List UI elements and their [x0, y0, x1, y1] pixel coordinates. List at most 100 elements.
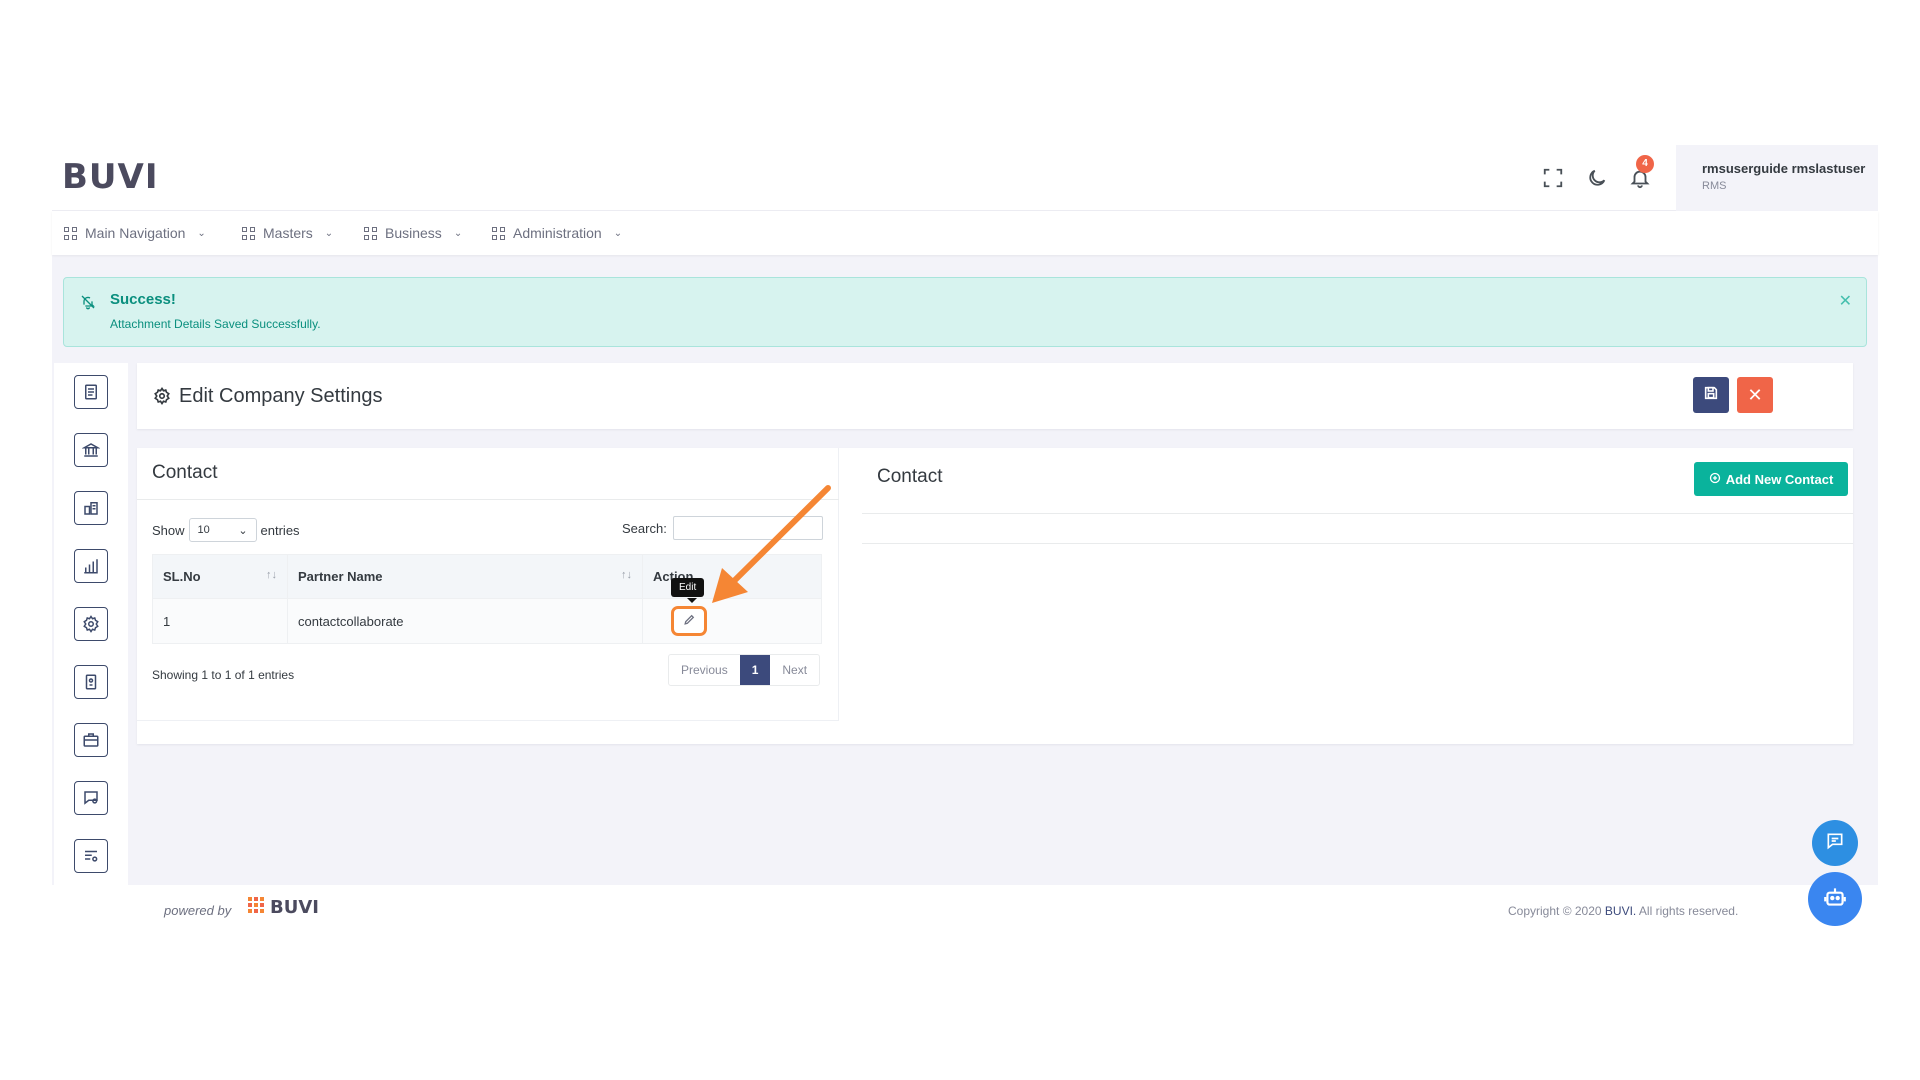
add-new-contact-button[interactable]: Add New Contact: [1694, 462, 1848, 496]
nav-main-navigation[interactable]: Main Navigation ⌄: [64, 211, 206, 255]
nav-label: Administration: [513, 225, 602, 241]
fullscreen-icon[interactable]: [1542, 167, 1566, 191]
cancel-button[interactable]: ✕: [1737, 377, 1773, 413]
save-icon: [1703, 385, 1719, 406]
success-alert: Success! Attachment Details Saved Succes…: [63, 277, 1867, 347]
search-label: Search:: [622, 520, 667, 536]
footer-logo: BUVI: [248, 897, 319, 918]
bell-off-icon: [80, 294, 98, 312]
chat-button[interactable]: [1812, 820, 1858, 866]
logo-dots-icon: [248, 897, 264, 918]
nav-label: Main Navigation: [85, 225, 186, 241]
copyright-text: Copyright © 2020 BUVI. All rights reserv…: [1508, 904, 1738, 918]
grid-icon: [364, 226, 377, 240]
list-settings-icon[interactable]: [74, 839, 108, 873]
contact-list-panel: Contact Show 10 ⌄ entries Search: SL.No …: [137, 448, 839, 721]
moon-icon[interactable]: [1586, 167, 1610, 191]
column-header-partner-name[interactable]: Partner Name ↑↓: [287, 554, 643, 599]
pagination-previous[interactable]: Previous: [669, 655, 740, 685]
chevron-down-icon: ⌄: [197, 227, 206, 239]
gear-icon: [153, 387, 171, 405]
pagination-next[interactable]: Next: [770, 655, 819, 685]
building-chart-icon[interactable]: [74, 491, 108, 525]
chevron-down-icon: ⌄: [238, 524, 248, 537]
entries-select[interactable]: 10 ⌄: [188, 518, 257, 542]
page-footer: powered by BUVI Copyright © 2020 BUVI. A…: [0, 885, 1920, 935]
chat-icon: [1825, 831, 1845, 856]
column-label: Partner Name: [298, 569, 383, 584]
id-badge-icon[interactable]: [74, 665, 108, 699]
show-label: Show: [152, 522, 185, 538]
panel-title: Contact: [877, 466, 943, 487]
column-header-action: Action: [642, 554, 822, 599]
add-new-contact-label: Add New Contact: [1725, 471, 1834, 487]
edit-button[interactable]: [671, 606, 707, 636]
chatbot-button[interactable]: [1808, 872, 1862, 926]
pencil-icon: [683, 613, 696, 629]
sort-icon: ↑↓: [621, 569, 632, 581]
panel-header: Contact: [137, 448, 839, 500]
cell-slno: 1: [152, 598, 288, 644]
page-header-card: Edit Company Settings ✕: [137, 363, 1853, 429]
briefcase-icon[interactable]: [74, 723, 108, 757]
grid-icon: [64, 226, 77, 240]
user-name: rmsuserguide rmslastuser: [1702, 161, 1866, 176]
top-header: BUVI 4 rmsuserguide rmslastuser RMS: [52, 145, 1878, 211]
settings-icon[interactable]: [74, 607, 108, 641]
notification-badge: 4: [1636, 155, 1654, 173]
alert-message: Attachment Details Saved Successfully.: [110, 317, 321, 331]
column-label: SL.No: [163, 569, 201, 584]
cell-partner-name: contactcollaborate: [287, 598, 643, 644]
content-card: Contact Show 10 ⌄ entries Search: SL.No …: [137, 448, 1853, 744]
main-nav-bar: Main Navigation ⌄ Masters ⌄ Business ⌄ A…: [52, 211, 1878, 255]
search-input[interactable]: [672, 516, 823, 540]
chevron-down-icon: ⌄: [324, 227, 334, 239]
plus-circle-icon: [1709, 472, 1721, 487]
save-button[interactable]: [1693, 377, 1729, 413]
copyright-suffix: All rights reserved.: [1638, 904, 1739, 918]
pagination-page-1[interactable]: 1: [739, 655, 771, 685]
panel-header: Contact Add New Contact: [862, 448, 1853, 514]
document-icon[interactable]: [74, 375, 108, 409]
cell-action: [642, 598, 822, 644]
bank-icon[interactable]: [74, 433, 108, 467]
alert-title: Success!: [110, 291, 176, 308]
nav-masters[interactable]: Masters ⌄: [242, 211, 333, 255]
nav-label: Business: [385, 225, 442, 241]
robot-icon: [1822, 884, 1848, 915]
entries-length-control: Show 10 ⌄ entries: [152, 518, 300, 542]
nav-administration[interactable]: Administration ⌄: [492, 211, 622, 255]
buvi-logo[interactable]: BUVI: [62, 157, 159, 197]
close-icon[interactable]: ✕: [1839, 291, 1852, 311]
nav-label: Masters: [263, 225, 313, 241]
copyright-prefix: Copyright © 2020: [1508, 904, 1602, 918]
entries-label: entries: [260, 522, 300, 538]
bar-chart-icon[interactable]: [74, 549, 108, 583]
footer-logo-text: BUVI: [270, 897, 319, 918]
panel-title: Contact: [152, 462, 218, 483]
copyright-brand[interactable]: BUVI.: [1605, 904, 1636, 918]
edit-tooltip: Edit: [671, 578, 705, 597]
page-title: Edit Company Settings: [179, 385, 383, 407]
grid-icon: [242, 226, 255, 240]
chat-settings-icon[interactable]: [74, 781, 108, 815]
tooltip-arrow: [687, 598, 697, 603]
contact-table: SL.No ↑↓ Partner Name ↑↓ Action 1 contac…: [152, 554, 822, 644]
side-toolbar: [54, 363, 128, 885]
chevron-down-icon: ⌄: [613, 227, 623, 239]
powered-by-label: powered by: [164, 903, 232, 918]
table-header-row: SL.No ↑↓ Partner Name ↑↓ Action: [152, 554, 822, 599]
table-row: 1 contactcollaborate: [152, 598, 822, 644]
sort-icon: ↑↓: [266, 569, 277, 581]
user-role: RMS: [1702, 180, 1727, 192]
table-info: Showing 1 to 1 of 1 entries: [152, 668, 295, 682]
column-header-slno[interactable]: SL.No ↑↓: [152, 554, 288, 599]
close-icon: ✕: [1747, 384, 1763, 405]
nav-business[interactable]: Business ⌄: [364, 211, 462, 255]
user-menu[interactable]: rmsuserguide rmslastuser RMS: [1676, 145, 1878, 211]
pagination: Previous 1 Next: [668, 654, 821, 686]
entries-value: 10: [197, 524, 210, 536]
grid-icon: [492, 226, 505, 240]
app-shell: BUVI 4 rmsuserguide rmslastuser RMS Main…: [52, 145, 1878, 885]
table-search: Search:: [622, 516, 823, 540]
